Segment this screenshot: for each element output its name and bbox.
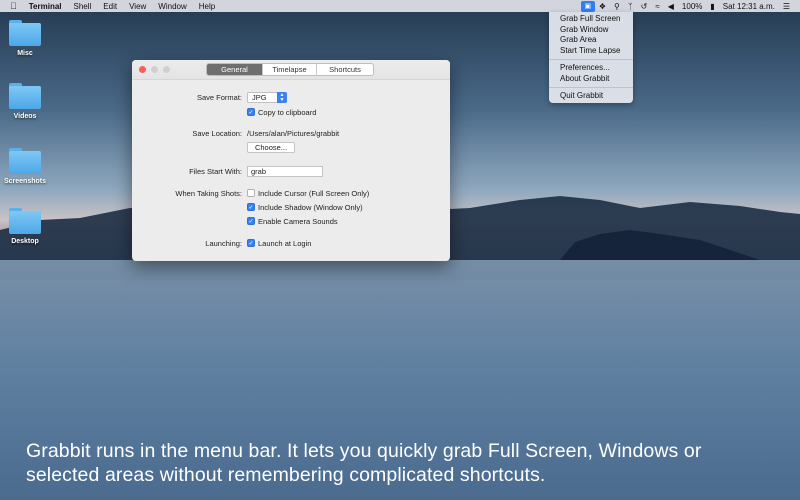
bluetooth-icon[interactable]: ᛉ: [624, 2, 637, 11]
time-machine-icon[interactable]: ↺: [637, 2, 652, 11]
menu-separator: [549, 87, 633, 88]
desktop-folder-screenshots[interactable]: Screenshots: [0, 148, 50, 185]
checkbox-empty-icon: [247, 189, 255, 197]
camera-sounds-label: Enable Camera Sounds: [258, 216, 338, 226]
menu-item-grab-window[interactable]: Grab Window: [549, 25, 633, 36]
save-location-row: Save Location: /Users/alan/Pictures/grab…: [132, 127, 450, 139]
desktop-folder-label: Misc: [17, 50, 33, 57]
desktop-folder-label: Videos: [13, 113, 37, 120]
folder-icon: [9, 20, 41, 46]
launching-label: Launching:: [205, 238, 242, 248]
checkmark-icon: ✓: [247, 217, 255, 225]
taking-shots-row: When Taking Shots: Include Cursor (Full …: [132, 187, 450, 199]
launching-row: Launching: ✓ Launch at Login: [132, 237, 450, 249]
volume-icon[interactable]: ◀: [664, 2, 678, 11]
wifi-icon[interactable]: ≈: [651, 2, 663, 11]
files-start-input[interactable]: grab: [247, 165, 323, 177]
marketing-caption: Grabbit runs in the menu bar. It lets yo…: [26, 439, 796, 487]
menu-item-quit[interactable]: Quit Grabbit: [549, 91, 633, 102]
grabbit-menu: Grab Full Screen Grab Window Grab Area S…: [549, 12, 633, 103]
folder-icon: [9, 148, 41, 174]
save-format-row: Save Format: JPG ▲ ▼: [132, 91, 450, 103]
menu-item-start-time-lapse[interactable]: Start Time Lapse: [549, 46, 633, 57]
folder-icon: [9, 83, 41, 109]
zoom-button[interactable]: [163, 66, 170, 73]
files-start-row: Files Start With: grab: [132, 165, 450, 177]
launch-login-checkbox[interactable]: ✓ Launch at Login: [247, 239, 311, 248]
close-button[interactable]: [139, 66, 146, 73]
preferences-window: General Timelapse Shortcuts Save Format:…: [132, 60, 450, 261]
tab-bar: General Timelapse Shortcuts: [206, 63, 374, 76]
checkmark-icon: ✓: [247, 239, 255, 247]
menu-edit[interactable]: Edit: [97, 2, 123, 11]
menu-app-name[interactable]: Terminal: [23, 2, 68, 11]
tab-shortcuts[interactable]: Shortcuts: [317, 64, 373, 75]
menu-item-about[interactable]: About Grabbit: [549, 74, 633, 85]
desktop-folder-videos[interactable]: Videos: [0, 83, 50, 120]
menu-view[interactable]: View: [123, 2, 152, 11]
camera-sounds-row: ✓ Enable Camera Sounds: [132, 215, 450, 227]
desktop-folder-label: Screenshots: [3, 178, 47, 185]
list-icon[interactable]: ☰: [779, 2, 794, 11]
save-format-select[interactable]: JPG ▲ ▼: [247, 91, 287, 103]
caption-line-1: Grabbit runs in the menu bar. It lets yo…: [26, 440, 702, 462]
include-cursor-label: Include Cursor (Full Screen Only): [258, 188, 370, 198]
camera-sounds-checkbox[interactable]: ✓ Enable Camera Sounds: [247, 217, 338, 226]
include-shadow-row: ✓ Include Shadow (Window Only): [132, 201, 450, 213]
choose-row: Choose...: [132, 141, 450, 153]
folder-icon: [9, 208, 41, 234]
launch-login-label: Launch at Login: [258, 238, 312, 248]
save-format-value: JPG: [252, 92, 267, 102]
files-start-label: Files Start With:: [189, 166, 242, 176]
desktop-folder-desktop[interactable]: Desktop: [0, 208, 50, 245]
include-shadow-label: Include Shadow (Window Only): [258, 202, 363, 212]
menu-window[interactable]: Window: [152, 2, 192, 11]
desktop-folder-label: Desktop: [11, 238, 39, 245]
grabbit-icon[interactable]: ▣: [580, 0, 595, 12]
battery-icon[interactable]: ▮: [706, 2, 718, 11]
copy-clipboard-label: Copy to clipboard: [258, 107, 317, 117]
menu-item-grab-full-screen[interactable]: Grab Full Screen: [549, 14, 633, 25]
window-titlebar[interactable]: General Timelapse Shortcuts: [132, 60, 450, 80]
include-cursor-checkbox[interactable]: Include Cursor (Full Screen Only): [247, 189, 369, 198]
apple-icon[interactable]: : [0, 1, 23, 11]
menu-help[interactable]: Help: [193, 2, 221, 11]
taking-shots-label: When Taking Shots:: [175, 188, 242, 198]
menu-shell[interactable]: Shell: [68, 2, 98, 11]
minimize-button[interactable]: [151, 66, 158, 73]
tab-timelapse[interactable]: Timelapse: [263, 64, 317, 75]
save-format-label: Save Format:: [196, 92, 242, 102]
save-location-label: Save Location:: [192, 128, 242, 138]
tab-general[interactable]: General: [207, 64, 263, 75]
dropbox-icon[interactable]: ❖: [595, 2, 610, 11]
search-icon[interactable]: ⚲: [610, 2, 624, 11]
include-shadow-checkbox[interactable]: ✓ Include Shadow (Window Only): [247, 203, 363, 212]
menu-item-grab-area[interactable]: Grab Area: [549, 35, 633, 46]
clock[interactable]: Sat 12:31 a.m.: [719, 2, 779, 11]
status-area: ▣ ❖ ⚲ ᛉ ↺ ≈ ◀ 100% ▮ Sat 12:31 a.m. ☰: [580, 0, 800, 12]
battery-percent: 100%: [681, 1, 703, 11]
menu-bar:  Terminal Shell Edit View Window Help ▣…: [0, 0, 800, 12]
copy-clipboard-row: ✓ Copy to clipboard: [132, 106, 450, 118]
menu-item-preferences[interactable]: Preferences...: [549, 63, 633, 74]
caption-line-2: selected areas without remembering compl…: [26, 464, 546, 486]
files-start-value: grab: [251, 166, 267, 176]
choose-button[interactable]: Choose...: [247, 141, 295, 153]
checkmark-icon: ✓: [247, 203, 255, 211]
menu-separator: [549, 59, 633, 60]
desktop-folder-misc[interactable]: Misc: [0, 20, 50, 57]
copy-clipboard-checkbox[interactable]: ✓ Copy to clipboard: [247, 108, 316, 117]
chevron-updown-icon: ▲ ▼: [277, 91, 287, 103]
save-location-path: /Users/alan/Pictures/grabbit: [247, 128, 340, 138]
checkmark-icon: ✓: [247, 108, 255, 116]
